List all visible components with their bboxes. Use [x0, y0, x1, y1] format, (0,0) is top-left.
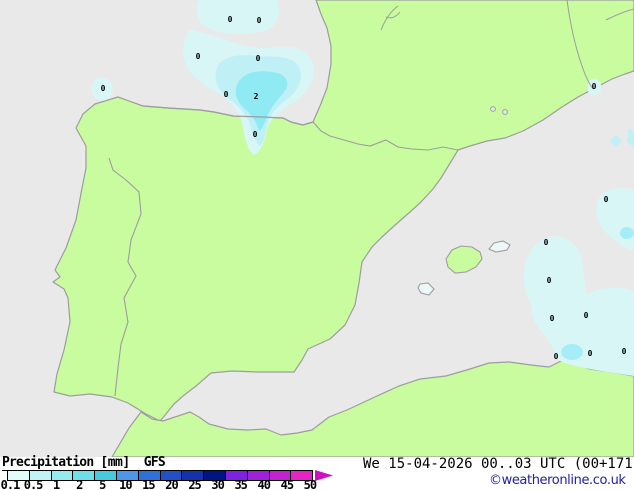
legend-tick-label: 10 — [119, 478, 132, 490]
precip-bright-gulf-lion — [620, 227, 634, 239]
precip-value-label: 0 — [253, 130, 258, 139]
legend-tick-label: 20 — [165, 478, 178, 490]
precip-value-label: 0 — [588, 349, 593, 358]
legend-tick-label: 40 — [257, 478, 271, 490]
precip-bright-alboran — [561, 344, 583, 360]
lagoon-dot-2 — [502, 109, 508, 115]
legend-tick-label: 35 — [234, 478, 247, 490]
legend-tick-label: 2 — [76, 478, 83, 490]
precip-value-label: 0 — [604, 195, 609, 204]
legend-tick-label: 15 — [142, 478, 155, 490]
legend-title-model: GFS — [143, 455, 166, 470]
precip-value-label: 0 — [224, 90, 229, 99]
forecast-datetime: We 15-04-2026 00..03 UTC (00+171 — [363, 456, 633, 472]
precip-value-label: 0 — [592, 82, 597, 91]
legend-tick-label: 5 — [99, 478, 106, 490]
copyright-watermark: ©weatheronline.co.uk — [489, 473, 626, 488]
precip-value-label: 0 — [196, 52, 201, 61]
weather-map-page: 00000002000000000 Precipitation [mm] GFS… — [0, 0, 634, 490]
precip-value-label: 0 — [550, 314, 555, 323]
precip-value-label: 0 — [584, 311, 589, 320]
precip-value-label: 2 — [254, 92, 259, 101]
legend-tick-label: 50 — [303, 478, 317, 490]
precip-value-label: 0 — [547, 276, 552, 285]
legend-title-unit: [mm] — [100, 455, 130, 470]
lagoon-dot-1 — [490, 106, 496, 112]
precip-value-label: 0 — [554, 352, 559, 361]
legend-tick-label: 1 — [53, 478, 60, 490]
precip-value-label: 0 — [257, 16, 262, 25]
precip-value-label: 0 — [622, 347, 627, 356]
precip-value-label: 0 — [228, 15, 233, 24]
precip-value-label: 0 — [544, 238, 549, 247]
precip-value-label: 0 — [101, 84, 106, 93]
legend-tick-label: 45 — [280, 478, 294, 490]
precip-value-label: 0 — [256, 54, 261, 63]
legend-tick-label: 0.5 — [23, 478, 44, 490]
legend-title: Precipitation [mm] GFS — [2, 455, 166, 471]
legend-title-parameter: Precipitation — [2, 455, 94, 471]
legend-tick-label: 30 — [211, 478, 224, 490]
precipitation-map: 0 0 0 0 0 0 0 2 0 0 0 0 0 0 0 0 0 — [0, 0, 634, 457]
legend-tick-label: 0.1 — [0, 478, 21, 490]
legend-tick-label: 25 — [188, 478, 201, 490]
